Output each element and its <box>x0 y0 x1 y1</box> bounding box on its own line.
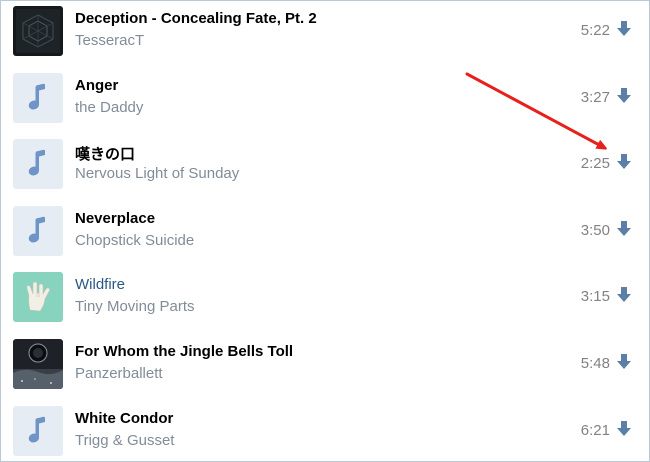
track-duration: 2:25 <box>580 155 610 172</box>
download-icon[interactable] <box>615 419 633 439</box>
download-icon[interactable] <box>615 152 633 172</box>
download-icon[interactable] <box>615 352 633 372</box>
album-cover[interactable] <box>13 139 63 189</box>
track-artist[interactable]: the Daddy <box>75 99 143 116</box>
track-artist[interactable]: Panzerballett <box>75 365 163 382</box>
track-row[interactable]: White Condor Trigg & Gusset 6:21 <box>1 401 649 461</box>
track-row[interactable]: Neverplace Chopstick Suicide 3:50 <box>1 201 649 267</box>
track-duration: 3:27 <box>580 89 610 106</box>
music-note-icon <box>28 149 45 176</box>
track-duration: 3:15 <box>580 288 610 305</box>
download-icon[interactable] <box>615 19 633 39</box>
album-cover[interactable] <box>13 6 63 56</box>
track-title[interactable]: Wildfire <box>75 276 125 293</box>
track-row[interactable]: Wildfire Tiny Moving Parts 3:15 <box>1 267 649 333</box>
album-art-dark-space-icon <box>13 339 63 389</box>
album-art-hand-sign-icon <box>13 272 63 322</box>
download-icon[interactable] <box>615 86 633 106</box>
music-note-icon <box>28 216 45 243</box>
track-title[interactable]: For Whom the Jingle Bells Toll <box>75 343 293 360</box>
track-title[interactable]: 嘆きの口 <box>75 143 135 164</box>
album-cover[interactable] <box>13 272 63 322</box>
album-cover[interactable] <box>13 206 63 256</box>
track-title[interactable]: Neverplace <box>75 210 155 227</box>
track-artist[interactable]: Nervous Light of Sunday <box>75 165 239 182</box>
track-artist[interactable]: Trigg & Gusset <box>75 432 174 449</box>
album-art-dark-geometric-icon <box>13 6 63 56</box>
track-row[interactable]: For Whom the Jingle Bells Toll Panzerbal… <box>1 334 649 400</box>
track-title[interactable]: Anger <box>75 77 118 94</box>
track-title[interactable]: White Condor <box>75 410 173 427</box>
track-duration: 5:48 <box>580 355 610 372</box>
track-duration: 3:50 <box>580 222 610 239</box>
download-icon[interactable] <box>615 219 633 239</box>
track-artist[interactable]: Tiny Moving Parts <box>75 298 194 315</box>
track-row[interactable]: 嘆きの口 Nervous Light of Sunday 2:25 <box>1 134 649 200</box>
music-note-icon <box>28 416 45 443</box>
track-artist[interactable]: Chopstick Suicide <box>75 232 194 249</box>
track-row[interactable]: Deception - Concealing Fate, Pt. 2 Tesse… <box>1 1 649 67</box>
track-list-window: Deception - Concealing Fate, Pt. 2 Tesse… <box>0 0 650 462</box>
album-cover[interactable] <box>13 406 63 456</box>
track-row[interactable]: Anger the Daddy 3:27 <box>1 68 649 134</box>
track-duration: 6:21 <box>580 422 610 439</box>
album-cover[interactable] <box>13 73 63 123</box>
download-icon[interactable] <box>615 285 633 305</box>
track-title[interactable]: Deception - Concealing Fate, Pt. 2 <box>75 10 317 27</box>
album-cover[interactable] <box>13 339 63 389</box>
track-duration: 5:22 <box>580 22 610 39</box>
track-artist[interactable]: TesseracT <box>75 32 144 49</box>
music-note-icon <box>28 83 45 110</box>
